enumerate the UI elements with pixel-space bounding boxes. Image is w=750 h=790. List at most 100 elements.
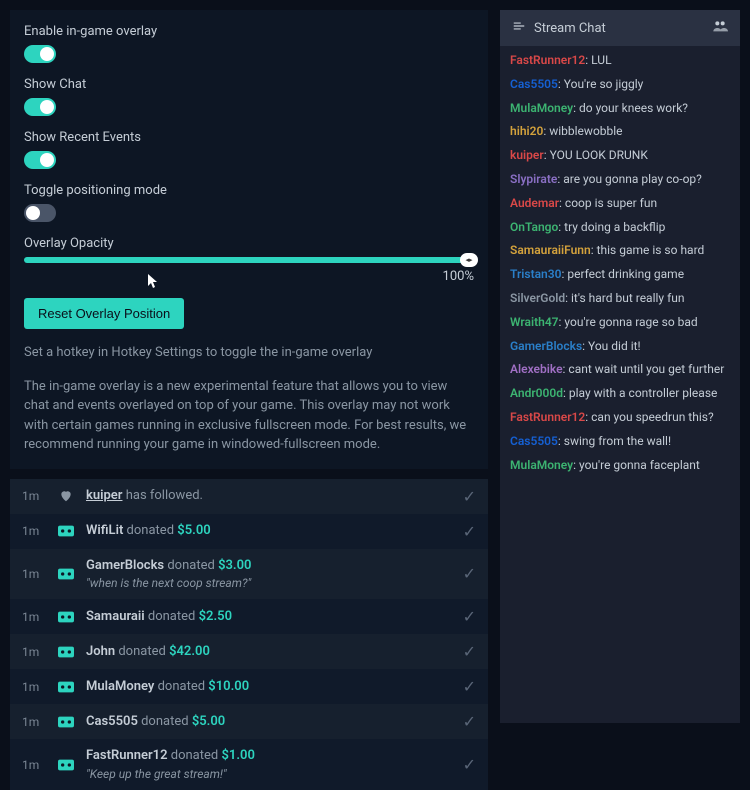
opacity-value: 100% (24, 269, 474, 284)
chat-text: : you're gonna faceplant (573, 458, 700, 472)
recent-events-panel: 1mkuiper has followed.✓1mWifiLit donated… (10, 479, 488, 790)
checkmark-icon[interactable]: ✓ (463, 677, 476, 696)
event-time: 1m (22, 645, 46, 659)
chat-text: : do your knees work? (573, 101, 688, 115)
checkmark-icon[interactable]: ✓ (463, 564, 476, 583)
event-time: 1m (22, 610, 46, 624)
chat-username[interactable]: hihi20 (510, 124, 543, 138)
event-row[interactable]: 1mkuiper has followed.✓ (10, 479, 488, 514)
chat-text: : this game is so hard (591, 243, 705, 257)
event-action: donated (168, 748, 222, 763)
chat-username[interactable]: kuiper (510, 148, 544, 162)
toggle-positioning-mode[interactable] (24, 204, 56, 222)
chat-text: : wibblewobble (543, 124, 622, 138)
chat-message: Tristan30: perfect drinking game (510, 266, 730, 283)
slider-thumb[interactable]: ◂▸ (460, 253, 478, 267)
hotkey-hint: Set a hotkey in Hotkey Settings to toggl… (24, 343, 474, 363)
event-row[interactable]: 1mCas5505 donated $5.00✓ (10, 704, 488, 739)
chat-text: : it's hard but really fun (565, 291, 684, 305)
event-amount: $3.00 (218, 558, 251, 573)
setting-label: Show Recent Events (24, 130, 474, 145)
chat-text: : You're so jiggly (558, 77, 643, 91)
chat-username[interactable]: Cas5505 (510, 434, 558, 448)
checkmark-icon[interactable]: ✓ (463, 755, 476, 774)
chat-message: FastRunner12: can you speedrun this? (510, 409, 730, 426)
event-action: donated (154, 679, 208, 694)
chat-username[interactable]: Andr000d (510, 386, 563, 400)
setting-enable-overlay: Enable in-game overlay (24, 24, 474, 63)
chat-username[interactable]: MulaMoney (510, 101, 573, 115)
donation-icon (58, 714, 74, 730)
chat-text: : perfect drinking game (561, 267, 684, 281)
reset-overlay-button[interactable]: Reset Overlay Position (24, 298, 184, 329)
chat-username[interactable]: Audemar (510, 196, 559, 210)
chat-text: : swing from the wall! (558, 434, 671, 448)
donation-icon (58, 679, 74, 695)
chat-text: : are you gonna play co-op? (557, 172, 702, 186)
setting-show-events: Show Recent Events (24, 130, 474, 169)
chat-header: Stream Chat (500, 10, 740, 46)
event-action: donated (138, 714, 192, 729)
chat-username[interactable]: Cas5505 (510, 77, 558, 91)
checkmark-icon[interactable]: ✓ (463, 712, 476, 731)
chat-message: FastRunner12: LUL (510, 52, 730, 69)
toggle-show-chat[interactable] (24, 98, 56, 116)
event-time: 1m (22, 567, 46, 581)
chat-username[interactable]: SilverGold (510, 291, 565, 305)
chat-message: SilverGold: it's hard but really fun (510, 290, 730, 307)
event-row[interactable]: 1mFastRunner12 donated $1.00"Keep up the… (10, 739, 488, 790)
chat-message: kuiper: YOU LOOK DRUNK (510, 147, 730, 164)
event-amount: $1.00 (221, 748, 254, 763)
event-action: donated (123, 523, 177, 538)
chat-username[interactable]: Alexebike (510, 362, 563, 376)
chat-username[interactable]: Wraith47 (510, 315, 559, 329)
event-row[interactable]: 1m MulaMoney donated $10.00 ✓ (10, 669, 488, 704)
chat-message: Cas5505: swing from the wall! (510, 433, 730, 450)
feature-description: The in-game overlay is a new experimenta… (24, 377, 474, 455)
chat-username[interactable]: Slypirate (510, 172, 557, 186)
chat-message: Slypirate: are you gonna play co-op? (510, 171, 730, 188)
event-row[interactable]: 1m John donated $42.00 ✓ (10, 634, 488, 669)
donation-icon (58, 566, 74, 582)
toggle-show-events[interactable] (24, 151, 56, 169)
chat-username[interactable]: FastRunner12 (510, 53, 585, 67)
chat-message: MulaMoney: you're gonna faceplant (510, 457, 730, 474)
chat-username[interactable]: GamerBlocks (510, 339, 582, 353)
setting-label: Toggle positioning mode (24, 183, 474, 198)
checkmark-icon[interactable]: ✓ (463, 487, 476, 506)
checkmark-icon[interactable]: ✓ (463, 522, 476, 541)
event-row[interactable]: 1m GamerBlocks donated $3.00"when is the … (10, 549, 488, 600)
event-body: John donated $42.00 (86, 643, 451, 661)
opacity-slider[interactable]: ◂▸ (24, 257, 474, 263)
event-time: 1m (22, 489, 46, 503)
event-time: 1m (22, 758, 46, 772)
event-time: 1m (22, 524, 46, 538)
chat-message: OnTango: try doing a backflip (510, 219, 730, 236)
event-time: 1m (22, 680, 46, 694)
chat-username[interactable]: SamauraiiFunn (510, 243, 591, 257)
checkmark-icon[interactable]: ✓ (463, 642, 476, 661)
event-body: GamerBlocks donated $3.00"when is the ne… (86, 557, 451, 592)
event-row[interactable]: 1mSamauraii donated $2.50✓ (10, 599, 488, 634)
setting-overlay-opacity: Overlay Opacity ◂▸ 100% (24, 236, 474, 284)
chat-username[interactable]: FastRunner12 (510, 410, 585, 424)
chat-username[interactable]: OnTango (510, 220, 558, 234)
event-time: 1m (22, 715, 46, 729)
chat-message: SamauraiiFunn: this game is so hard (510, 242, 730, 259)
chat-title: Stream Chat (534, 21, 606, 36)
viewers-icon[interactable] (712, 18, 728, 38)
event-action: donated (115, 644, 169, 659)
chat-username[interactable]: MulaMoney (510, 458, 573, 472)
event-row[interactable]: 1mWifiLit donated $5.00✓ (10, 514, 488, 549)
event-message: "Keep up the great stream!" (86, 766, 451, 783)
event-user: MulaMoney (86, 679, 154, 694)
event-body: MulaMoney donated $10.00 (86, 678, 451, 696)
chat-text: : try doing a backflip (558, 220, 665, 234)
setting-label: Show Chat (24, 77, 474, 92)
toggle-enable-overlay[interactable] (24, 45, 56, 63)
chat-text: : cant wait until you get further (563, 362, 725, 376)
checkmark-icon[interactable]: ✓ (463, 607, 476, 626)
setting-label: Overlay Opacity (24, 236, 474, 251)
chat-username[interactable]: Tristan30 (510, 267, 561, 281)
setting-show-chat: Show Chat (24, 77, 474, 116)
